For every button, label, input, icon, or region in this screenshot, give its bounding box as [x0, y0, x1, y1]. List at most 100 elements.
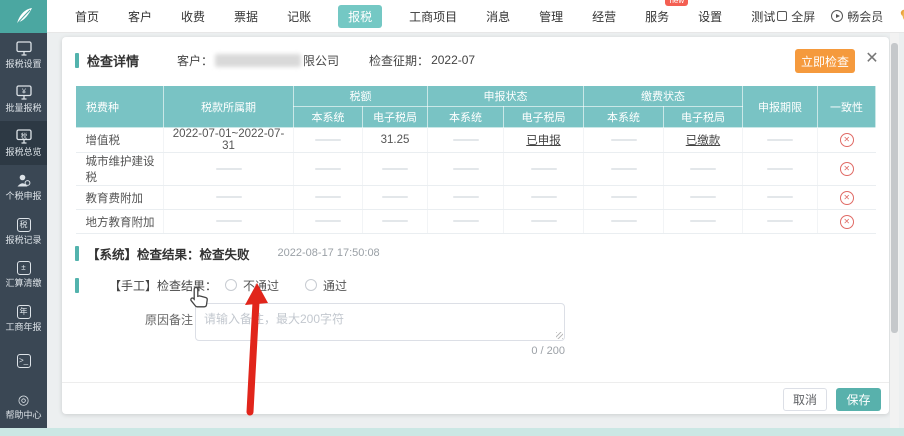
consistency-cell	[818, 210, 876, 234]
col-period: 税款所属期	[164, 86, 294, 128]
nav-business-projects[interactable]: 工商项目	[407, 6, 459, 27]
char-counter: 0 / 200	[495, 345, 565, 357]
sidebar-item-batch-filing[interactable]: ¥ 批量报税	[0, 77, 47, 121]
inconsistent-icon	[840, 133, 854, 147]
sidebar-item-annual-report[interactable]: 年 工商年报	[0, 296, 47, 340]
table-row-local-education-surcharge: 地方教育附加	[76, 210, 876, 234]
nav-customers[interactable]: 客户	[126, 6, 154, 27]
app-logo	[0, 0, 47, 33]
empty-value-dash	[453, 196, 479, 198]
empty-value-dash	[531, 196, 557, 198]
avatar[interactable]	[899, 4, 904, 28]
tax-period	[164, 210, 294, 234]
empty-value-dash	[453, 139, 479, 141]
fullscreen-label: 全屏	[791, 8, 815, 25]
consistency-cell	[818, 128, 876, 153]
sidebar-label: 汇算清缴	[5, 279, 41, 288]
check-now-button[interactable]: 立即检查	[795, 49, 855, 73]
radio-option-fail[interactable]: 不通过	[225, 277, 279, 294]
declare-ebureau-cell	[504, 210, 584, 234]
amount-ebureau-cell	[363, 186, 428, 210]
amount-ebureau-cell	[363, 153, 428, 186]
empty-value-dash	[690, 220, 716, 222]
bottom-teal-strip	[0, 428, 904, 436]
empty-value-dash	[767, 196, 793, 198]
empty-value-dash	[611, 168, 637, 170]
fullscreen-button[interactable]: 全屏	[777, 8, 815, 25]
nav-test[interactable]: 测试	[749, 6, 777, 27]
tax-check-table: 税费种 税款所属期 税额 申报状态 缴费状态 申报期限 一致性 本系统 电子税局…	[75, 85, 876, 234]
customer-label: 客户：	[177, 52, 213, 69]
cancel-button[interactable]: 取消	[783, 388, 827, 411]
page-scrollbar[interactable]	[890, 33, 899, 428]
scrollbar-thumb[interactable]	[891, 43, 898, 333]
manual-result-radio-group: 不通过 通过	[225, 277, 347, 294]
col-declare-local: 本系统	[428, 107, 504, 128]
calculator-box-icon: ±	[17, 260, 31, 276]
sidebar-item-annual-settlement[interactable]: ± 汇算清缴	[0, 252, 47, 296]
radio-fail-circle[interactable]	[225, 279, 237, 291]
quill-logo-icon	[12, 4, 36, 28]
monitor-yen-icon: ¥	[16, 85, 32, 101]
section-marker	[75, 246, 79, 261]
tax-box-icon: 税	[17, 217, 31, 233]
textarea-resize-grip[interactable]	[556, 332, 563, 339]
nav-fees[interactable]: 收费	[179, 6, 207, 27]
nav-tax-filing[interactable]: 报税	[338, 5, 382, 28]
nav-services[interactable]: 服务 new	[643, 6, 671, 27]
close-icon[interactable]	[863, 50, 881, 68]
sidebar-item-terminal[interactable]: >_	[0, 340, 47, 384]
nav-management[interactable]: 管理	[537, 6, 565, 27]
nav-messages[interactable]: 消息	[484, 6, 512, 27]
col-tax-type: 税费种	[76, 86, 164, 128]
nav-bookkeeping[interactable]: 记账	[285, 6, 313, 27]
sidebar-label: 报税总览	[5, 148, 41, 157]
empty-value-dash	[611, 139, 637, 141]
declared-status-link[interactable]: 已申报	[526, 135, 561, 147]
paid-status-link[interactable]: 已缴款	[686, 135, 721, 147]
radio-option-pass[interactable]: 通过	[305, 277, 347, 294]
sidebar-item-personal-tax[interactable]: 个税申报	[0, 165, 47, 209]
amount-ebureau-cell	[363, 210, 428, 234]
empty-value-dash	[611, 196, 637, 198]
radio-pass-circle[interactable]	[305, 279, 317, 291]
sidebar-item-help-center[interactable]: ◎ 帮助中心	[0, 384, 47, 428]
sidebar-label: 帮助中心	[5, 411, 41, 420]
nav-operations[interactable]: 经营	[590, 6, 618, 27]
amount-local-cell	[294, 128, 363, 153]
sidebar-item-tax-overview[interactable]: 税 报税总览	[0, 121, 47, 165]
remark-textarea[interactable]	[195, 303, 565, 341]
deadline-cell	[743, 186, 818, 210]
pay-ebureau-cell	[664, 210, 743, 234]
empty-value-dash	[453, 220, 479, 222]
col-declare-ebureau: 电子税局	[504, 107, 584, 128]
nav-services-label: 服务	[645, 10, 669, 24]
deadline-cell	[743, 128, 818, 153]
nav-home[interactable]: 首页	[73, 6, 101, 27]
member-button[interactable]: 畅会员	[831, 8, 883, 25]
declare-local-cell	[428, 210, 504, 234]
tax-name: 增值税	[76, 128, 164, 153]
empty-value-dash	[315, 168, 341, 170]
sidebar-item-tax-settings[interactable]: 报税设置	[0, 33, 47, 77]
nav-invoices[interactable]: 票据	[232, 6, 260, 27]
declare-local-cell	[428, 186, 504, 210]
inconsistent-icon	[840, 162, 854, 176]
person-icon	[16, 173, 31, 189]
amount-local-cell	[294, 186, 363, 210]
topbar-right-tools: 全屏 畅会员	[777, 4, 904, 28]
colgroup-declare-status: 申报状态	[428, 86, 584, 107]
pay-local-cell	[584, 153, 664, 186]
sidebar-item-filing-records[interactable]: 税 报税记录	[0, 209, 47, 253]
col-deadline: 申报期限	[743, 86, 818, 128]
declare-local-cell	[428, 128, 504, 153]
table-row-education-surcharge: 教育费附加	[76, 186, 876, 210]
sidebar-label: 报税设置	[5, 60, 41, 69]
member-label: 畅会员	[847, 8, 883, 25]
save-button[interactable]: 保存	[836, 388, 881, 411]
nav-settings[interactable]: 设置	[696, 6, 724, 27]
declare-ebureau-cell	[504, 186, 584, 210]
manual-result-row: 【手工】检查结果： 不通过 通过	[75, 275, 347, 295]
col-consistency: 一致性	[818, 86, 876, 128]
sidebar-label: 个税申报	[5, 192, 41, 201]
